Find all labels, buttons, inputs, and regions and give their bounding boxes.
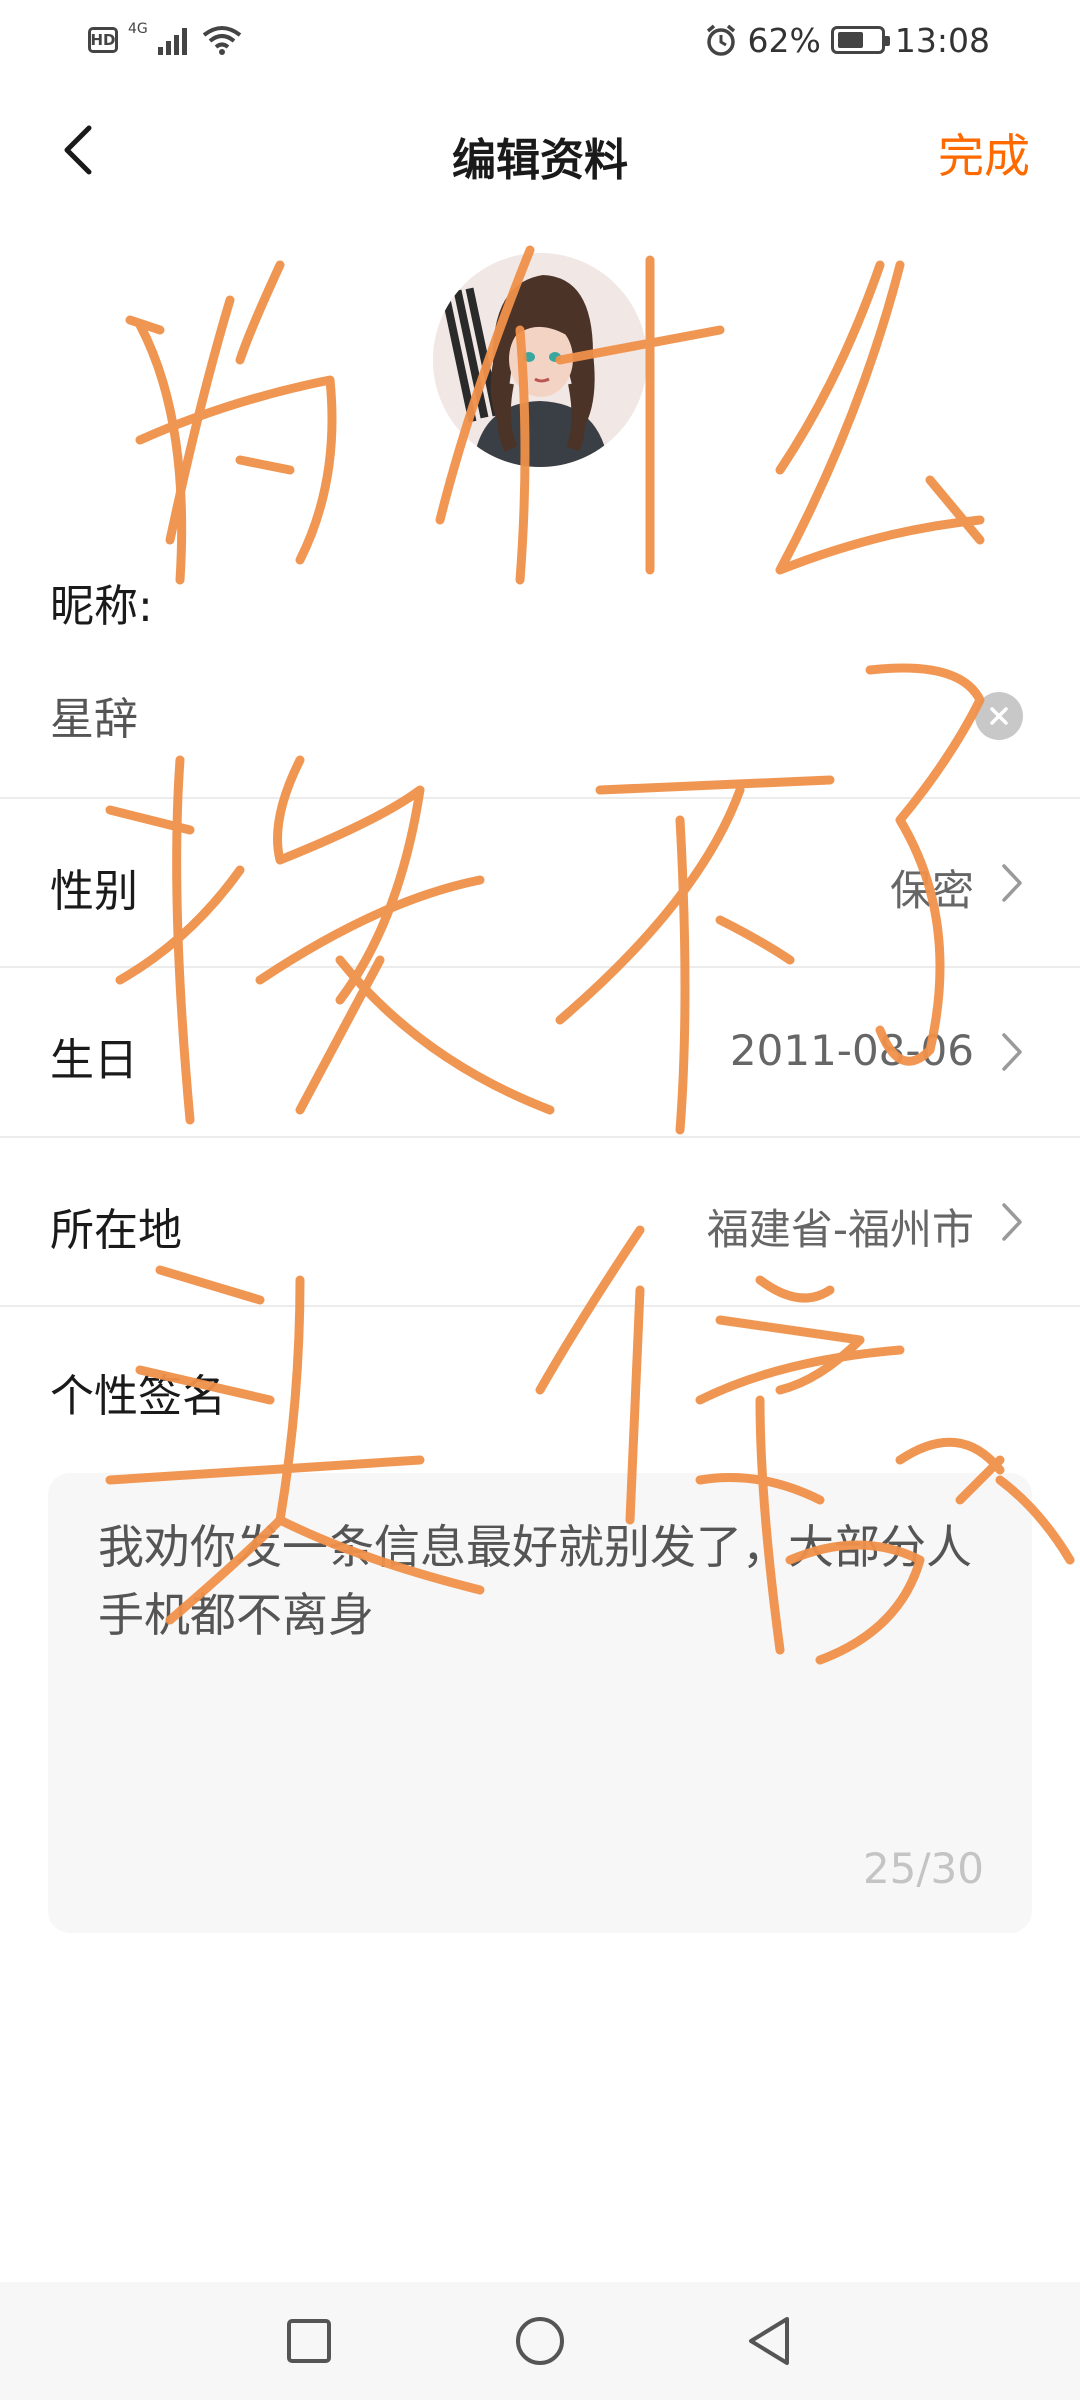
signature-textarea[interactable]: 我劝你发一条信息最好就别发了，大部分人手机都不离身 25/30 [48, 1473, 1032, 1933]
network-type: 4G [128, 21, 148, 37]
page-title: 编辑资料 [452, 135, 628, 186]
gender-row[interactable]: 性别 保密 [0, 799, 1080, 967]
battery-level [837, 32, 863, 48]
nickname-label: 昵称: [50, 581, 153, 632]
top-bar: 编辑资料 完成 [0, 100, 1080, 200]
square-icon [287, 2319, 331, 2363]
status-bar: HD 4G 62% 13:08 [0, 0, 1080, 80]
wifi-icon [202, 26, 241, 55]
gender-value: 保密 [889, 866, 974, 915]
circle-icon [516, 2317, 564, 2365]
birthday-label: 生日 [50, 1035, 138, 1086]
battery-icon [830, 26, 890, 54]
battery-percent: 62% [747, 20, 821, 60]
recent-apps-button[interactable] [274, 2306, 344, 2376]
signature-char-count: 25/30 [862, 1844, 984, 1893]
clear-nickname-button[interactable] [975, 692, 1023, 740]
chevron-right-icon [992, 1198, 1032, 1246]
avatar[interactable] [433, 253, 647, 467]
nickname-input[interactable] [50, 680, 950, 750]
birthday-value: 2011-08-06 [729, 1026, 974, 1075]
divider [0, 1305, 1080, 1307]
done-button[interactable]: 完成 [938, 120, 1030, 186]
status-right: 62% 13:08 [704, 20, 990, 60]
clear-icon [990, 707, 1008, 725]
signature-label: 个性签名 [50, 1371, 226, 1422]
system-nav-bar [0, 2282, 1080, 2400]
location-row[interactable]: 所在地 福建省-福州市 [0, 1138, 1080, 1306]
hd-icon: HD [88, 27, 118, 53]
location-value: 福建省-福州市 [706, 1205, 974, 1254]
chevron-right-icon [992, 1028, 1032, 1076]
status-left: HD 4G [88, 20, 242, 60]
chevron-right-icon [992, 859, 1032, 907]
signature-text: 我劝你发一条信息最好就别发了，大部分人手机都不离身 [98, 1520, 972, 1642]
home-button[interactable] [505, 2306, 575, 2376]
nav-back-button[interactable] [734, 2306, 804, 2376]
signal-icon [157, 28, 187, 55]
avatar-image [433, 253, 647, 467]
triangle-icon [749, 2317, 789, 2365]
clock: 13:08 [894, 20, 990, 60]
location-label: 所在地 [50, 1205, 182, 1256]
alarm-icon [706, 24, 735, 56]
gender-label: 性别 [50, 866, 138, 917]
birthday-row[interactable]: 生日 2011-08-06 [0, 968, 1080, 1136]
edit-profile-screen: HD 4G 62% 13:08 编辑资料 完成 昵称: 星辞 性别 保密 生日 … [0, 0, 1080, 2400]
